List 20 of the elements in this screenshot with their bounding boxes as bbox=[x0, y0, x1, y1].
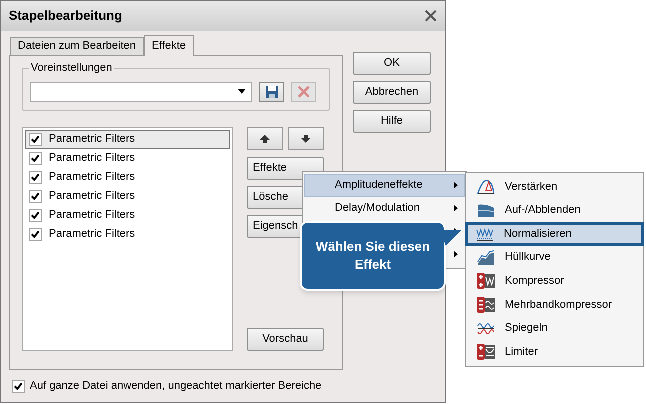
submenu-item-label: Kompressor bbox=[505, 274, 564, 290]
submenu-item-label: Spiegeln bbox=[505, 321, 548, 336]
group-label: Voreinstellungen bbox=[29, 60, 114, 76]
effect-label: Parametric Filters bbox=[49, 208, 136, 224]
effect-label: Parametric Filters bbox=[49, 151, 136, 166]
effect-label: Parametric Filters bbox=[49, 227, 136, 242]
submenu-item-label: Auf-/Abblenden bbox=[505, 203, 581, 218]
effect-label: Parametric Filters bbox=[49, 170, 136, 186]
window-title: Stapelbearbeitung bbox=[9, 7, 122, 26]
effect-label: Parametric Filters bbox=[49, 132, 136, 148]
apply-whole-file-label: Auf ganze Datei anwenden, ungeachtet markierter Bereiche bbox=[30, 379, 322, 394]
submenu-item-label: Verstärken bbox=[505, 180, 558, 195]
menu-item-label: Delay/Modulation bbox=[335, 201, 420, 216]
callout-text: Wählen Sie diesen Effekt bbox=[314, 238, 432, 274]
effect-label: Parametric Filters bbox=[49, 189, 136, 204]
submenu-item-label: Limiter bbox=[505, 344, 538, 360]
submenu-item-label: Mehrbandkompressor bbox=[505, 298, 612, 313]
menu-item-label: Amplitudeneffekte bbox=[335, 178, 423, 194]
submenu-item-label: Hüllkurve bbox=[505, 250, 551, 266]
submenu-item-label: Normalisieren bbox=[504, 226, 572, 242]
